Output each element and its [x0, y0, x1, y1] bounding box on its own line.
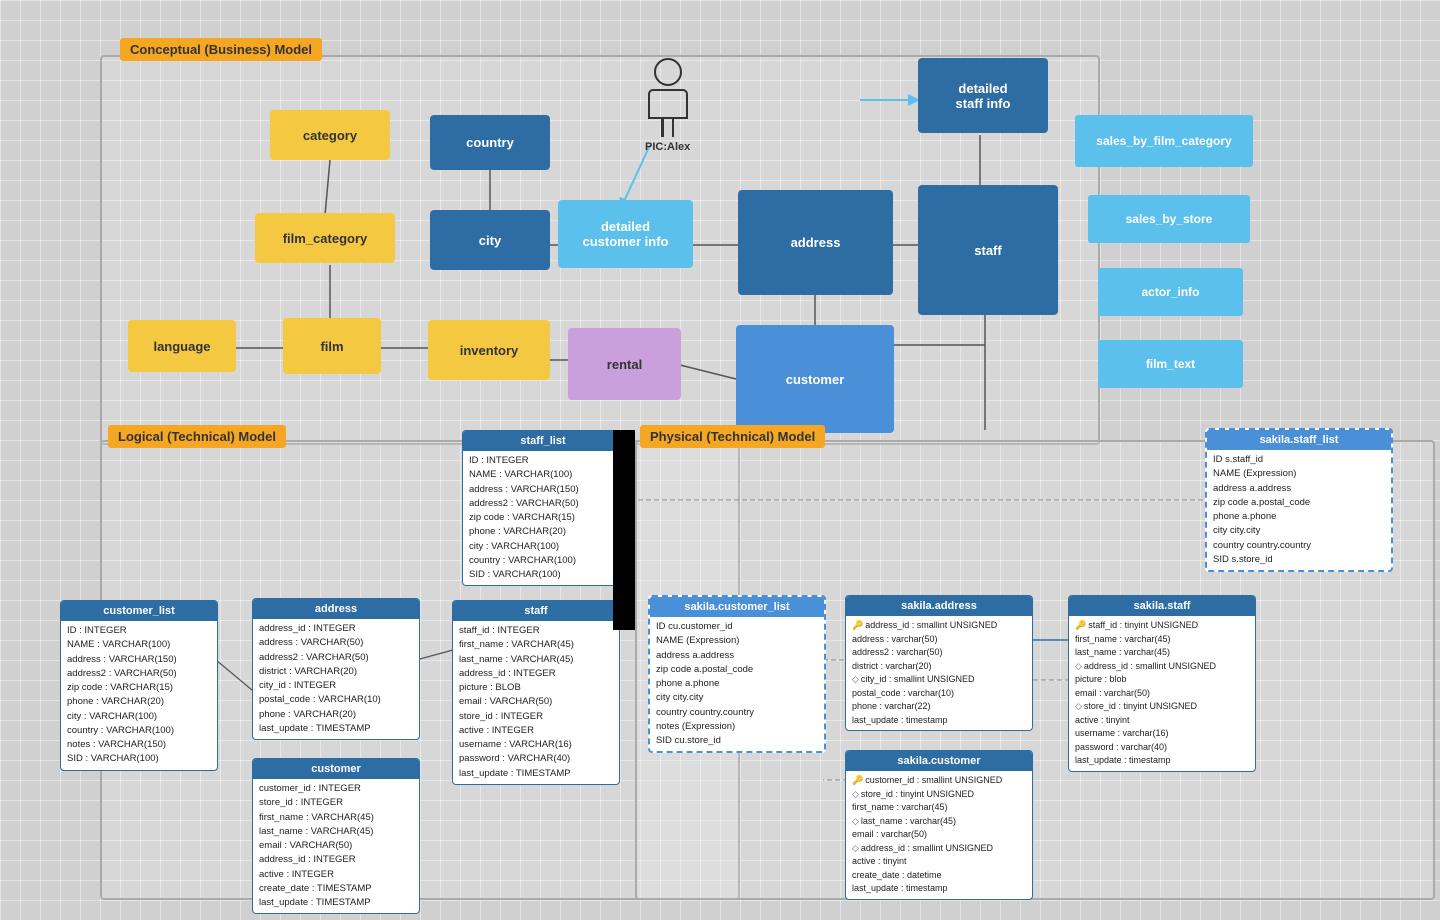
- table-staff-list[interactable]: staff_list ID : INTEGER NAME : VARCHAR(1…: [462, 430, 624, 586]
- table-customer-logical[interactable]: customer customer_id : INTEGER store_id …: [252, 758, 420, 914]
- table-customer-list-header: customer_list: [61, 601, 217, 621]
- person-label: PIC:Alex: [645, 141, 690, 153]
- table-sakila-address[interactable]: sakila.address 🔑address_id : smallint UN…: [845, 595, 1033, 731]
- entity-rental[interactable]: rental: [568, 328, 681, 400]
- table-sakila-address-body: 🔑address_id : smallint UNSIGNED address …: [846, 616, 1032, 730]
- view-sales-by-store[interactable]: sales_by_store: [1088, 195, 1250, 243]
- table-address-logical[interactable]: address address_id : INTEGER address : V…: [252, 598, 420, 740]
- table-customer-list-body: ID : INTEGER NAME : VARCHAR(100) address…: [61, 621, 217, 770]
- table-customer-logical-header: customer: [253, 759, 419, 779]
- entity-film-category[interactable]: film_category: [255, 213, 395, 263]
- table-staff-list-header: staff_list: [463, 431, 623, 451]
- entity-category[interactable]: category: [270, 110, 390, 160]
- table-sakila-staff-list[interactable]: sakila.staff_list ID s.staff_id NAME (Ex…: [1205, 428, 1393, 572]
- view-actor-info[interactable]: actor_info: [1098, 268, 1243, 316]
- table-customer-logical-body: customer_id : INTEGER store_id : INTEGER…: [253, 779, 419, 913]
- person-head: [654, 58, 682, 86]
- entity-address[interactable]: address: [738, 190, 893, 295]
- entity-city[interactable]: city: [430, 210, 550, 270]
- table-staff-logical-header: staff: [453, 601, 619, 621]
- table-sakila-staff-list-header: sakila.staff_list: [1207, 430, 1391, 450]
- entity-film[interactable]: film: [283, 318, 381, 374]
- table-sakila-customer-list-header: sakila.customer_list: [650, 597, 824, 617]
- physical-section-label: Physical (Technical) Model: [640, 425, 825, 448]
- table-sakila-customer-list-body: ID cu.customer_id NAME (Expression) addr…: [650, 617, 824, 751]
- table-sakila-customer-list[interactable]: sakila.customer_list ID cu.customer_id N…: [648, 595, 826, 753]
- view-sales-by-film-category[interactable]: sales_by_film_category: [1075, 115, 1253, 167]
- table-staff-logical-body: staff_id : INTEGER first_name : VARCHAR(…: [453, 621, 619, 784]
- table-sakila-staff-header: sakila.staff: [1069, 596, 1255, 616]
- person-legs: [645, 119, 690, 137]
- view-film-text[interactable]: film_text: [1098, 340, 1243, 388]
- table-sakila-staff-body: 🔑staff_id : tinyint UNSIGNED first_name …: [1069, 616, 1255, 771]
- table-sakila-staff-list-body: ID s.staff_id NAME (Expression) address …: [1207, 450, 1391, 570]
- table-sakila-staff[interactable]: sakila.staff 🔑staff_id : tinyint UNSIGNE…: [1068, 595, 1256, 772]
- table-sakila-customer[interactable]: sakila.customer 🔑customer_id : smallint …: [845, 750, 1033, 900]
- table-staff-logical[interactable]: staff staff_id : INTEGER first_name : VA…: [452, 600, 620, 785]
- table-sakila-customer-body: 🔑customer_id : smallint UNSIGNED ◇store_…: [846, 771, 1032, 899]
- entity-language[interactable]: language: [128, 320, 236, 372]
- entity-detailed-staff[interactable]: detailed staff info: [918, 58, 1048, 133]
- entity-detailed-customer[interactable]: detailed customer info: [558, 200, 693, 268]
- main-canvas: Conceptual (Business) Model category cou…: [0, 0, 1440, 920]
- table-sakila-customer-header: sakila.customer: [846, 751, 1032, 771]
- logical-section-label: Logical (Technical) Model: [108, 425, 286, 448]
- conceptual-section-label: Conceptual (Business) Model: [120, 38, 322, 61]
- black-bar-artifact: [613, 430, 635, 630]
- table-staff-list-body: ID : INTEGER NAME : VARCHAR(100) address…: [463, 451, 623, 585]
- table-address-logical-header: address: [253, 599, 419, 619]
- entity-staff[interactable]: staff: [918, 185, 1058, 315]
- person-body: [648, 89, 688, 119]
- entity-country[interactable]: country: [430, 115, 550, 170]
- table-customer-list[interactable]: customer_list ID : INTEGER NAME : VARCHA…: [60, 600, 218, 771]
- entity-customer[interactable]: customer: [736, 325, 894, 433]
- person-icon: PIC:Alex: [645, 58, 690, 153]
- entity-inventory[interactable]: inventory: [428, 320, 550, 380]
- table-sakila-address-header: sakila.address: [846, 596, 1032, 616]
- table-address-logical-body: address_id : INTEGER address : VARCHAR(5…: [253, 619, 419, 739]
